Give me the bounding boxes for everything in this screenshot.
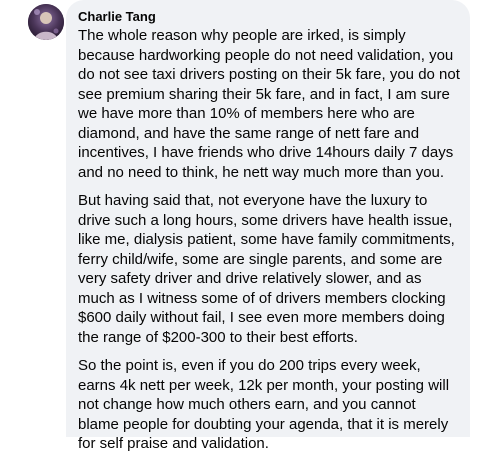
avatar-photo-icon (28, 4, 64, 40)
author-avatar[interactable] (28, 4, 64, 40)
comment-bubble: Charlie Tang The whole reason why people… (66, 0, 470, 452)
comment-paragraph-3: So the point is, even if you do 200 trip… (78, 357, 450, 452)
comment-paragraph-2: But having said that, not everyone have … (78, 192, 455, 346)
author-name[interactable]: Charlie Tang (78, 8, 156, 25)
comment-paragraph-1: The whole reason why people are irked, i… (78, 27, 460, 181)
comment: Charlie Tang The whole reason why people… (0, 0, 484, 452)
